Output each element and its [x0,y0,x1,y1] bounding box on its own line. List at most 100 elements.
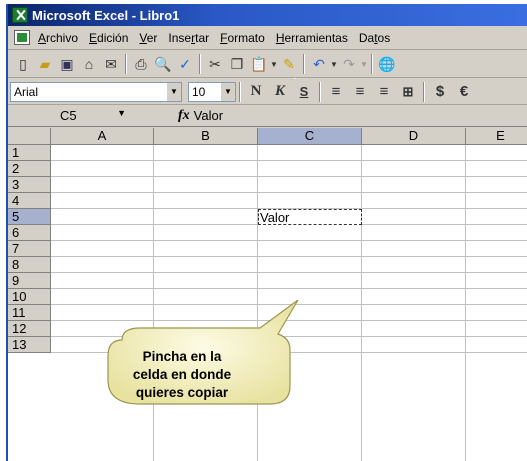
excel-app-icon[interactable] [12,7,28,23]
menu-edicion-accel: E [89,30,98,45]
row-header-10[interactable]: 10 [8,289,51,305]
menu-formato[interactable]: Formato [220,31,265,45]
menu-herramientas-rest: erramientas [284,30,348,45]
row-header-6[interactable]: 6 [8,225,51,241]
workbook-icon[interactable] [14,30,30,45]
redo-dropdown-icon[interactable]: ▼ [360,53,368,75]
chevron-down-icon[interactable]: ▼ [167,82,181,101]
column-header-c[interactable]: C [258,128,362,145]
column-header-a[interactable]: A [51,128,154,145]
row-header-1[interactable]: 1 [8,145,51,161]
format-painter-icon[interactable]: ✎ [278,53,300,75]
currency-icon[interactable]: $ [428,81,452,103]
menu-datos[interactable]: Datos [359,31,390,45]
undo-dropdown-icon[interactable]: ▼ [330,53,338,75]
align-center-icon[interactable]: ≡ [348,81,372,103]
insert-function-icon[interactable]: fx [178,108,190,124]
row-header-8[interactable]: 8 [8,257,51,273]
instruction-callout: Pincha en la celda en donde quieres copi… [100,300,299,416]
callout-line-3: quieres copiar [135,385,229,400]
row-header-9[interactable]: 9 [8,273,51,289]
menu-datos-pre: Da [358,30,375,45]
merge-center-icon[interactable]: ⊞ [396,81,420,103]
menu-ver-rest: er [146,30,158,45]
row-header-13[interactable]: 13 [8,337,51,353]
paste-icon[interactable]: 📋 [248,53,270,75]
hyperlink-icon[interactable]: 🌐 [376,53,398,75]
row-header-5[interactable]: 5 [8,209,51,225]
menu-archivo-rest: rchivo [46,30,79,45]
column-header-d[interactable]: D [362,128,466,145]
chevron-down-icon[interactable]: ▼ [117,108,126,118]
formatting-toolbar: Arial ▼ 10 ▼ N K S ≡ ≡ ≡ ⊞ $ € [8,79,527,105]
menu-herramientas[interactable]: Herramientas [276,31,348,45]
print-preview-icon[interactable]: 🔍 [152,53,174,75]
toolbar-separator [319,81,321,102]
menu-archivo[interactable]: Archivo [38,31,78,45]
menu-insertar[interactable]: Insertar [168,31,209,45]
copy-icon[interactable]: ❐ [226,53,248,75]
align-left-icon[interactable]: ≡ [324,81,348,103]
menu-bar: Archivo Edición Ver Insertar Formato Her… [8,26,527,50]
formula-input[interactable]: Valor [194,108,223,123]
column-header-b[interactable]: B [154,128,258,145]
row-header-3[interactable]: 3 [8,177,51,193]
formula-bar: C5 ▼ fx Valor [8,105,527,127]
menu-insertar-rest: tar [195,30,210,45]
cell-c5[interactable]: Valor [258,209,362,225]
toolbar-separator [303,54,305,74]
font-name-value: Arial [14,84,39,99]
menu-herramientas-accel: H [275,30,285,45]
bold-icon[interactable]: N [244,81,268,103]
toolbar-separator [125,54,127,74]
permission-icon[interactable]: ⌂ [78,53,100,75]
select-all-corner[interactable] [8,128,51,145]
toolbar-separator [239,81,241,102]
paste-dropdown-icon[interactable]: ▼ [270,53,278,75]
spelling-icon[interactable]: ✓ [174,53,196,75]
row-header-4[interactable]: 4 [8,193,51,209]
save-icon[interactable]: ▣ [56,53,78,75]
align-right-icon[interactable]: ≡ [372,81,396,103]
name-box[interactable]: C5 ▼ [10,107,142,125]
grid-row-line [51,176,527,177]
row-header-12[interactable]: 12 [8,321,51,337]
print-icon[interactable]: ⎙ [130,53,152,75]
grid-row-line [51,288,527,289]
worksheet-grid[interactable]: A B C D E 1 2 3 4 5 6 7 8 9 10 11 12 13 Valor [8,128,527,461]
column-header-e[interactable]: E [466,128,527,145]
callout-line-1: Pincha en la [142,349,222,364]
menu-datos-rest: os [377,30,391,45]
euro-icon[interactable]: € [452,81,476,103]
email-icon[interactable]: ✉ [100,53,122,75]
undo-icon[interactable]: ↶ [308,53,330,75]
window-title: Microsoft Excel - Libro1 [32,7,180,23]
menu-insertar-pre: Inse [168,30,192,45]
menu-ver-accel: V [139,30,147,45]
grid-row-line [51,240,527,241]
redo-icon[interactable]: ↷ [338,53,360,75]
row-header-2[interactable]: 2 [8,161,51,177]
italic-icon[interactable]: K [268,81,292,103]
font-size-select[interactable]: 10 ▼ [188,81,236,102]
underline-icon[interactable]: S [292,81,316,103]
menu-edicion-rest: dición [97,30,129,45]
grid-row-line [51,160,527,161]
row-header-7[interactable]: 7 [8,241,51,257]
font-name-select[interactable]: Arial ▼ [10,81,182,102]
new-icon[interactable]: ▯ [12,53,34,75]
open-icon[interactable]: ▰ [34,53,56,75]
callout-text: Pincha en la celda en donde quieres copi… [114,348,250,402]
menu-ver[interactable]: Ver [139,31,157,45]
grid-row-line [51,256,527,257]
cut-icon[interactable]: ✂ [204,53,226,75]
menu-edicion[interactable]: Edición [89,31,128,45]
toolbar-separator [371,54,373,74]
callout-line-2: celda en donde [132,367,232,382]
grid-row-line [51,192,527,193]
row-header-11[interactable]: 11 [8,305,51,321]
standard-toolbar: ▯ ▰ ▣ ⌂ ✉ ⎙ 🔍 ✓ ✂ ❐ 📋 ▼ ✎ ↶ ▼ ↷ ▼ 🌐 [8,51,527,78]
chevron-down-icon[interactable]: ▼ [221,82,235,101]
title-bar[interactable]: Microsoft Excel - Libro1 [8,4,527,26]
font-size-value: 10 [192,84,206,99]
